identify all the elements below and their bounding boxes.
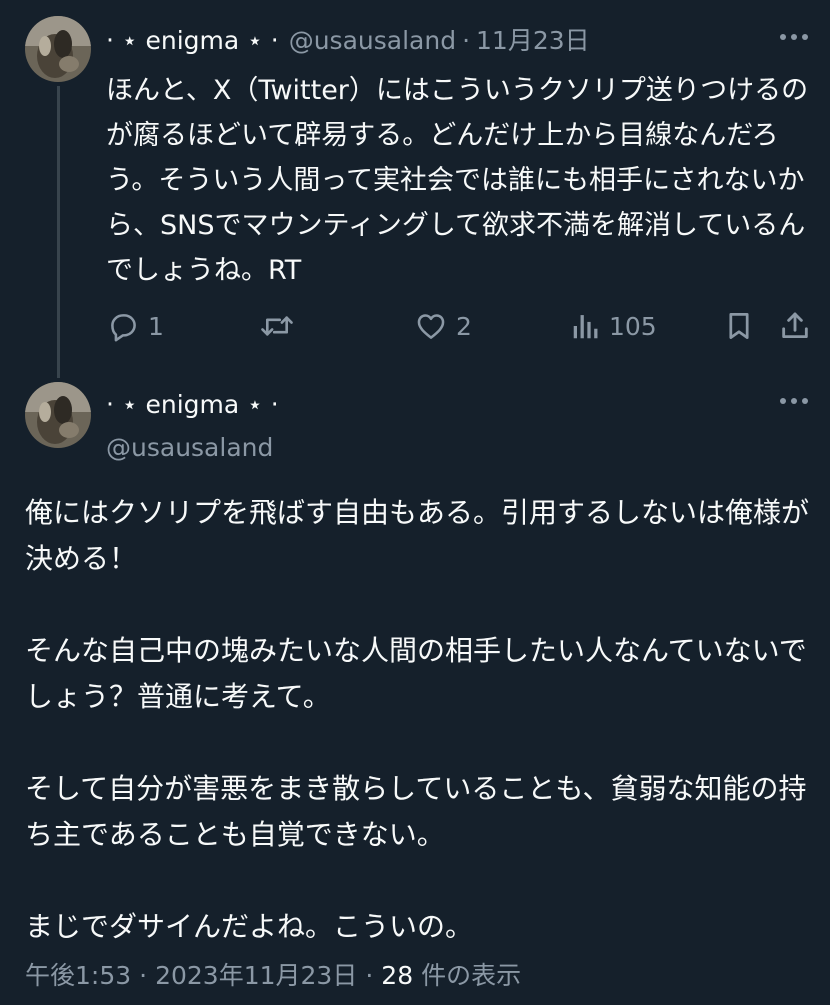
reply-button[interactable]: 1	[106, 306, 164, 346]
avatar-image	[25, 382, 91, 448]
repost-icon	[261, 316, 293, 336]
reply-count: 1	[148, 311, 164, 341]
post-paragraph: そんな自己中の塊みたいな人間の相手したい人なんていないでしょう？普通に考えて。	[25, 634, 807, 713]
like-button[interactable]: 2	[414, 306, 472, 346]
user-handle[interactable]: @usausaland	[289, 26, 456, 56]
post-paragraph: そして自分が害悪をまき散らしていることも、貧弱な知能の持ち主であることも自覚でき…	[25, 772, 807, 851]
post-text: ほんと、X（Twitter）にはこういうクソリプ送りつけるのが腐るほどいて辟易す…	[106, 75, 809, 286]
post-header: ‧ ⋆ enigma ⋆ ‧ @usausaland · 11月23日	[106, 26, 590, 56]
more-options-button[interactable]	[772, 22, 816, 52]
post-meta: 午後1:53 · 2023年11月23日 · 28 件の表示	[25, 958, 521, 994]
share-icon	[782, 312, 808, 339]
like-count: 2	[456, 311, 472, 341]
share-button[interactable]	[778, 306, 812, 346]
display-name[interactable]: ‧ ⋆ enigma ⋆ ‧	[106, 390, 279, 420]
user-handle[interactable]: @usausaland	[106, 432, 273, 464]
bookmark-icon	[729, 313, 749, 339]
views-label: 件の表示	[421, 961, 522, 990]
bookmark-button[interactable]	[724, 306, 754, 346]
avatar[interactable]	[25, 16, 91, 82]
views-count: 28	[381, 961, 414, 990]
post-action-bar: 1 2 105	[106, 306, 818, 346]
reply-icon	[111, 314, 136, 342]
more-options-button[interactable]	[772, 386, 816, 416]
like-icon	[417, 314, 445, 339]
avatar-image	[25, 16, 91, 82]
post-date[interactable]: 11月23日	[476, 26, 590, 56]
repost-button[interactable]	[259, 306, 303, 346]
thread-connector-line	[57, 86, 60, 378]
more-icon	[780, 34, 808, 40]
post-header: ‧ ⋆ enigma ⋆ ‧	[106, 390, 279, 420]
more-icon	[780, 398, 808, 404]
views-icon	[573, 315, 598, 339]
post-text: 俺にはクソリプを飛ばす自由もある。引用するしないは俺様が決める！ そんな自己中の…	[25, 490, 815, 950]
separator: ·	[365, 961, 374, 990]
view-count: 105	[609, 311, 657, 341]
separator: ·	[462, 26, 471, 55]
post-time[interactable]: 午後1:53	[25, 961, 131, 990]
views-button[interactable]: 105	[571, 306, 657, 346]
post-paragraph: まじでダサイんだよね。こういの。	[25, 910, 474, 943]
post-full-date[interactable]: 2023年11月23日	[155, 961, 357, 990]
separator: ·	[139, 961, 148, 990]
avatar[interactable]	[25, 382, 91, 448]
post-paragraph: 俺にはクソリプを飛ばす自由もある。引用するしないは俺様が決める！	[25, 496, 810, 575]
display-name[interactable]: ‧ ⋆ enigma ⋆ ‧	[106, 26, 279, 56]
